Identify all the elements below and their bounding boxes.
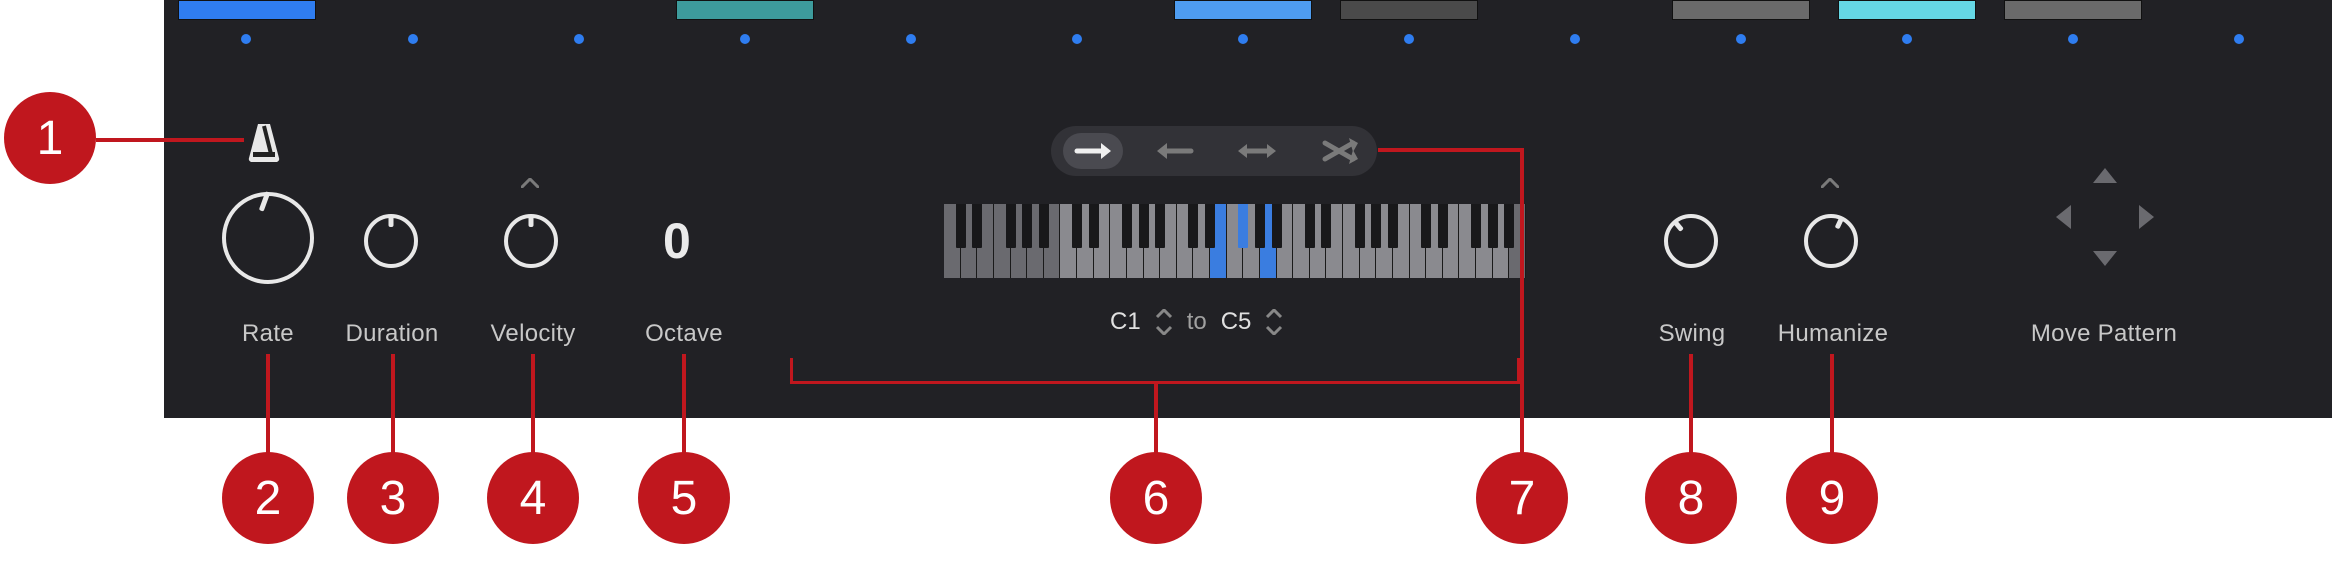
direction-forward-button[interactable] [1063,133,1123,169]
piano-black-key[interactable] [1305,204,1315,248]
step-tick [1238,34,1248,44]
octave-label: Octave [634,320,734,348]
step-slot[interactable] [1340,0,1478,20]
annotation-marker: 1 [4,92,96,184]
piano-black-key[interactable] [1272,204,1282,248]
piano-black-key[interactable] [972,204,982,248]
duration-knob[interactable] [364,214,418,268]
piano-black-key[interactable] [1089,204,1099,248]
piano-black-key[interactable] [1205,204,1215,248]
annotation-leader [1378,148,1522,152]
annotation-marker: 9 [1786,452,1878,544]
annotation-leader [1520,148,1524,454]
annotation-marker: 3 [347,452,439,544]
metronome-icon[interactable] [245,124,283,166]
step-tick [1902,34,1912,44]
step-sequencer-strip [164,0,2332,54]
step-slot[interactable] [178,0,316,20]
annotation-marker: 7 [1476,452,1568,544]
annotation-marker: 6 [1110,452,1202,544]
piano-black-key[interactable] [1388,204,1398,248]
piano-black-key[interactable] [1072,204,1082,248]
rate-knob[interactable] [222,192,314,284]
step-tick [2068,34,2078,44]
keyboard-range-row: C1 to C5 [1110,302,1283,342]
step-tick [1404,34,1414,44]
annotation-leader [391,354,395,454]
step-tick [574,34,584,44]
annotation-marker: 2 [222,452,314,544]
piano-black-key[interactable] [1355,204,1365,248]
annotation-leader [1830,354,1834,454]
step-slot[interactable] [2004,0,2142,20]
range-to-word: to [1187,308,1207,336]
piano-black-key[interactable] [1188,204,1198,248]
step-tick [1072,34,1082,44]
step-tick [1570,34,1580,44]
piano-black-key[interactable] [1421,204,1431,248]
keyboard-range[interactable] [944,204,1526,278]
velocity-label: Velocity [478,320,588,348]
annotation-marker: 4 [487,452,579,544]
piano-black-key[interactable] [1039,204,1049,248]
annotation-bracket [790,358,1520,384]
step-tick [241,34,251,44]
annotation-leader [682,354,686,454]
piano-black-key[interactable] [1238,204,1248,248]
direction-backward-button[interactable] [1145,133,1205,169]
step-slot[interactable] [1174,0,1312,20]
chevron-up-icon[interactable] [1821,178,1839,188]
piano-black-key[interactable] [1488,204,1498,248]
step-slot[interactable] [1672,0,1810,20]
duration-label: Duration [332,320,452,348]
range-from-stepper[interactable] [1155,309,1173,335]
piano-black-key[interactable] [1321,204,1331,248]
move-pattern-control[interactable] [2050,162,2160,272]
piano-black-key[interactable] [1022,204,1032,248]
annotation-leader [1154,384,1158,454]
range-to-value[interactable]: C5 [1221,308,1252,336]
piano-black-key[interactable] [1122,204,1132,248]
piano-black-key[interactable] [1371,204,1381,248]
velocity-knob[interactable] [504,214,558,268]
piano-black-key[interactable] [1504,204,1514,248]
direction-random-button[interactable] [1309,133,1369,169]
annotation-leader [531,354,535,454]
piano-black-key[interactable] [1255,204,1265,248]
annotation-leader [266,354,270,454]
humanize-label: Humanize [1768,320,1898,348]
range-from-value[interactable]: C1 [1110,308,1141,336]
step-slot[interactable] [1838,0,1976,20]
annotation-marker: 5 [638,452,730,544]
piano-black-key[interactable] [1471,204,1481,248]
step-tick [906,34,916,44]
range-to-stepper[interactable] [1265,309,1283,335]
step-slot[interactable] [676,0,814,20]
annotation-marker: 8 [1645,452,1737,544]
piano-black-key[interactable] [1006,204,1016,248]
step-tick [740,34,750,44]
chevron-up-icon[interactable] [521,178,539,188]
piano-black-key[interactable] [1139,204,1149,248]
step-tick [1736,34,1746,44]
rate-label: Rate [218,320,318,348]
step-tick [408,34,418,44]
piano-black-key[interactable] [956,204,966,248]
step-tick [2234,34,2244,44]
direction-pingpong-button[interactable] [1227,133,1287,169]
swing-knob[interactable] [1664,214,1718,268]
direction-selector [1051,126,1377,176]
annotation-leader [96,138,244,142]
piano-black-key[interactable] [1438,204,1448,248]
swing-label: Swing [1642,320,1742,348]
annotation-leader [1689,354,1693,454]
humanize-knob[interactable] [1804,214,1858,268]
piano-black-key[interactable] [1155,204,1165,248]
move-pattern-label: Move Pattern [2009,320,2199,348]
octave-value[interactable]: 0 [642,212,712,270]
